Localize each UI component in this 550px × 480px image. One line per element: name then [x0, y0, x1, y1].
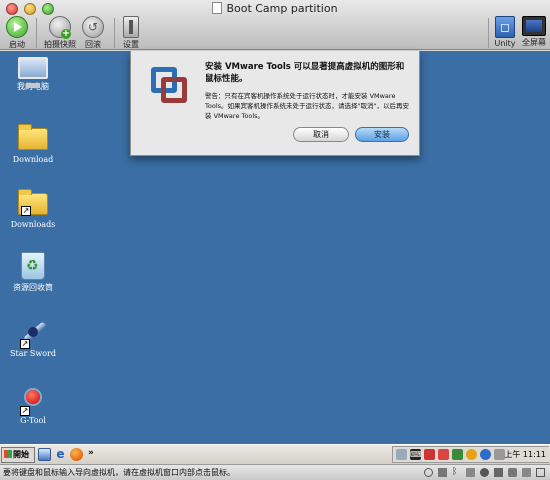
settings-button[interactable]: 设置: [118, 16, 144, 50]
revert-snapshot-button[interactable]: ↺ 回滚: [80, 16, 106, 50]
tray-network-icon[interactable]: [396, 449, 407, 460]
toolbar-separator: [36, 18, 37, 48]
tray-keyboard-icon[interactable]: ⌨: [410, 449, 422, 460]
window-title-text: Boot Camp partition: [226, 2, 338, 15]
status-disk-icon[interactable]: [424, 468, 433, 477]
start-label: 启动: [9, 40, 25, 49]
revert-label: 回滚: [85, 40, 101, 49]
status-message: 要将键盘和鼠标输入导向虚拟机，请在虚拟机窗口内部点击鼠标。: [3, 468, 235, 477]
shortcut-arrow-icon: ↗: [20, 339, 30, 349]
windows-logo-icon: [4, 450, 12, 458]
cancel-button[interactable]: 取消: [293, 127, 349, 142]
desktop-icon-download[interactable]: Download: [0, 122, 66, 164]
window-title: Boot Camp partition: [0, 2, 550, 15]
install-vmware-tools-dialog: 安装 VMware Tools 可以显著提高虚拟机的图形和鼠标性能。 警告：只有…: [130, 51, 420, 156]
tray-shield-icon[interactable]: [452, 449, 463, 460]
toolbar-separator: [488, 18, 489, 48]
fullscreen-icon: [522, 16, 546, 36]
tray-update-icon[interactable]: [466, 449, 477, 460]
dialog-warning-text: 警告：只有在宾客机操作系统处于运行状态时，才能安装 VMware Tools。如…: [205, 92, 409, 120]
desktop-icon-label: 资源回收筒: [13, 283, 53, 292]
tray-app-icon[interactable]: [438, 449, 449, 460]
start-label: 開始: [13, 450, 29, 459]
status-bar: 要将键盘和鼠标输入导向虚拟机，请在虚拟机窗口内部点击鼠标。 ᛒ: [0, 464, 550, 480]
shortcut-arrow-icon: ↗: [20, 406, 30, 416]
quicklaunch-more-button[interactable]: »: [88, 448, 94, 458]
settings-icon: [123, 16, 139, 38]
recycle-bin-icon: [21, 252, 45, 280]
desktop-icon-recycle-bin[interactable]: 资源回收筒: [0, 252, 66, 293]
status-sharing-icon[interactable]: [536, 468, 545, 477]
g-tool-icon: ↗: [18, 384, 48, 416]
take-snapshot-button[interactable]: 拍摄快照: [42, 16, 78, 50]
toolbar-separator: [114, 18, 115, 48]
fullscreen-label: 全屏幕: [522, 38, 546, 47]
status-cd-icon[interactable]: [480, 468, 489, 477]
desktop-icon-label: G-Tool: [20, 416, 46, 425]
desktop-icon-star-sword[interactable]: ↗ Star Sword: [0, 317, 66, 358]
folder-icon: [18, 124, 48, 150]
revert-icon: ↺: [82, 16, 104, 38]
vmware-logo-icon: [147, 63, 191, 107]
computer-icon: [18, 57, 48, 88]
snapshot-label: 拍摄快照: [44, 40, 76, 49]
tray-messenger-icon[interactable]: [480, 449, 491, 460]
status-camera-icon[interactable]: [508, 468, 517, 477]
unity-label: Unity: [494, 39, 516, 48]
internet-explorer-icon[interactable]: e: [54, 448, 67, 461]
start-menu-button[interactable]: 開始: [1, 447, 35, 463]
unity-icon: ◻: [495, 16, 515, 38]
status-usb-icon[interactable]: [466, 468, 475, 477]
window-titlebar: Boot Camp partition 启动 拍摄快照 ↺ 回滚 设置 ◻ Un…: [0, 0, 550, 50]
tray-volume-icon[interactable]: [494, 449, 505, 460]
dialog-title: 安装 VMware Tools 可以显著提高虚拟机的图形和鼠标性能。: [205, 62, 405, 84]
guest-taskbar: 開始 e » ⌨ 上午 11:11: [0, 444, 550, 464]
settings-label: 设置: [123, 40, 139, 49]
desktop-icon-my-computer[interactable]: 我的电脑: [0, 57, 66, 92]
status-printer-icon[interactable]: [494, 468, 503, 477]
start-vm-button[interactable]: 启动: [4, 16, 30, 50]
snapshot-icon: [49, 16, 71, 39]
desktop-icon-g-tool[interactable]: ↗ G-Tool: [0, 384, 66, 425]
show-desktop-icon[interactable]: [38, 448, 51, 461]
play-icon: [6, 16, 28, 38]
fullscreen-button[interactable]: 全屏幕: [520, 16, 548, 48]
tray-antivirus-icon[interactable]: [424, 449, 435, 460]
folder-shortcut-icon: ↗: [18, 189, 48, 216]
firefox-icon[interactable]: [70, 448, 83, 461]
desktop-icon-label: Download: [12, 155, 54, 164]
desktop-icon-label: Star Sword: [10, 349, 56, 358]
status-network-icon[interactable]: [438, 468, 447, 477]
unity-button[interactable]: ◻ Unity: [492, 16, 518, 48]
system-tray: ⌨ 上午 11:11: [392, 446, 549, 463]
install-button[interactable]: 安装: [355, 127, 409, 142]
star-sword-icon: ↗: [18, 317, 48, 349]
document-icon: [212, 2, 223, 14]
desktop-icon-label: Downloads: [10, 220, 56, 229]
status-bluetooth-icon[interactable]: ᛒ: [452, 468, 461, 477]
shortcut-arrow-icon: ↗: [21, 206, 31, 216]
desktop-icon-downloads[interactable]: ↗ Downloads: [0, 187, 66, 229]
status-sound-icon[interactable]: [522, 468, 531, 477]
taskbar-clock[interactable]: 上午 11:11: [504, 449, 546, 460]
